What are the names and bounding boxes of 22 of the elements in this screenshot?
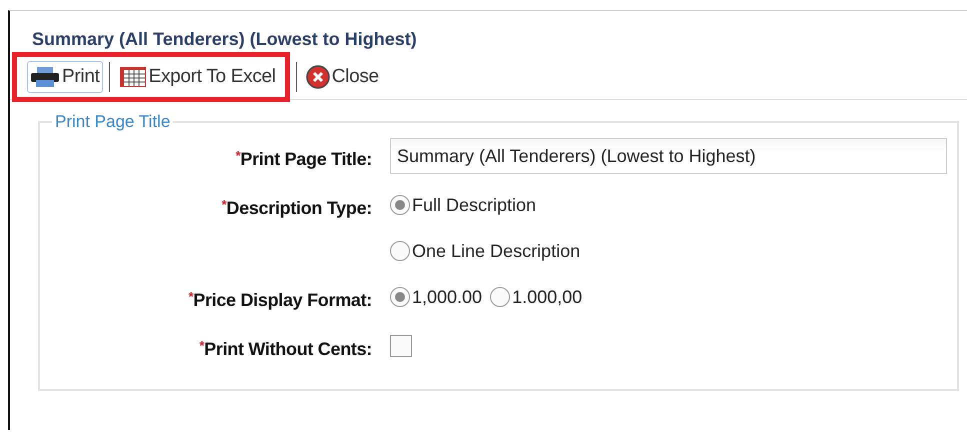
printer-icon <box>30 66 60 88</box>
radio-option[interactable]: 1,000.00 <box>390 277 482 317</box>
radio-option[interactable]: One Line Description <box>390 231 580 271</box>
close-button[interactable]: Close <box>302 61 382 93</box>
field-label: $^{*}$Price Display Format: <box>187 288 372 312</box>
title-input[interactable]: Summary (All Tenderers) (Lowest to Highest) <box>390 138 947 174</box>
field-label: $^{*}$Description Type: <box>220 196 372 220</box>
radio-option[interactable]: 1.000,00 <box>490 277 582 317</box>
export-button[interactable]: Export To Excel <box>116 61 279 93</box>
close-icon <box>306 65 330 89</box>
radio-option[interactable]: Full Description <box>390 185 580 225</box>
radio-button[interactable] <box>390 241 410 261</box>
radio-button[interactable] <box>390 195 410 215</box>
checkbox[interactable] <box>390 335 412 357</box>
radio-button[interactable] <box>490 287 510 307</box>
print-button[interactable]: Print <box>27 61 103 93</box>
field-label: $^{*}$Print Without Cents: <box>198 337 372 361</box>
field-label: $^{*}$Print Page Title: <box>234 147 372 171</box>
radio-button[interactable] <box>390 287 410 307</box>
group-legend: Print Page Title <box>52 112 174 132</box>
window-title: Summary (All Tenderers) (Lowest to Highest) <box>31 28 418 51</box>
table-grid-icon <box>118 66 147 88</box>
